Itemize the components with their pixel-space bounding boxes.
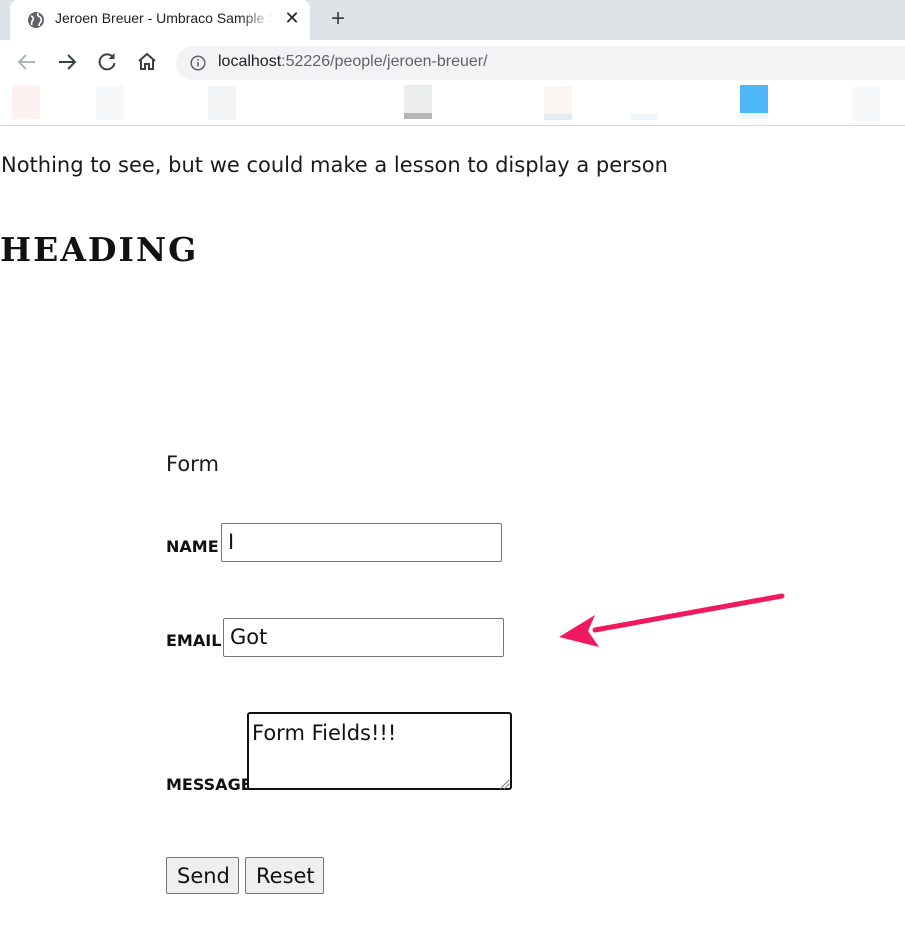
reset-button[interactable]: Reset xyxy=(245,857,324,894)
send-button[interactable]: Send xyxy=(166,857,239,894)
name-field[interactable]: I xyxy=(221,523,502,562)
bookmark-item[interactable] xyxy=(96,86,124,120)
browser-tab[interactable]: Jeroen Breuer - Umbraco Sample Site ✕ xyxy=(10,0,310,40)
form-title: Form xyxy=(166,452,219,476)
intro-text: Nothing to see, but we could make a less… xyxy=(1,153,668,177)
url-path: :52226/people/jeroen-breuer/ xyxy=(281,53,488,70)
bookmarks-bar xyxy=(0,84,905,126)
email-field[interactable]: Got xyxy=(223,618,504,657)
plus-icon[interactable]: + xyxy=(325,6,351,32)
bookmark-item-bar xyxy=(404,113,432,119)
reload-icon[interactable] xyxy=(95,50,119,74)
info-icon[interactable] xyxy=(190,55,206,71)
bookmark-item[interactable] xyxy=(12,85,40,119)
browser-toolbar: localhost:52226/people/jeroen-breuer/ xyxy=(0,40,905,84)
email-label: EMAIL xyxy=(166,631,222,650)
url-host: localhost xyxy=(218,53,282,70)
bookmark-item-bar xyxy=(544,114,572,120)
bookmark-item-bar xyxy=(630,114,658,120)
bookmark-item[interactable] xyxy=(404,85,432,113)
tab-title: Jeroen Breuer - Umbraco Sample Site xyxy=(55,10,273,26)
forward-icon[interactable] xyxy=(55,50,79,74)
name-label: NAME xyxy=(166,537,219,556)
tab-strip: Jeroen Breuer - Umbraco Sample Site ✕ + xyxy=(0,0,905,40)
address-bar[interactable]: localhost:52226/people/jeroen-breuer/ xyxy=(176,46,905,80)
url-text: localhost:52226/people/jeroen-breuer/ xyxy=(218,53,488,71)
arrow-annotation xyxy=(559,593,785,647)
message-textarea[interactable]: Form Fields!!! xyxy=(247,712,512,790)
bookmark-item[interactable] xyxy=(208,86,236,120)
home-icon[interactable] xyxy=(135,50,159,74)
bookmark-item[interactable] xyxy=(544,86,572,114)
resize-grip-icon[interactable] xyxy=(497,775,509,790)
close-icon[interactable]: ✕ xyxy=(282,9,302,29)
bookmark-item-bar xyxy=(740,113,768,119)
bookmark-item[interactable] xyxy=(740,85,768,113)
page-heading: HEADING xyxy=(0,230,199,269)
globe-icon xyxy=(27,11,45,29)
back-icon[interactable] xyxy=(15,50,39,74)
bookmark-item[interactable] xyxy=(852,87,880,121)
message-label: MESSAGE xyxy=(166,775,252,794)
